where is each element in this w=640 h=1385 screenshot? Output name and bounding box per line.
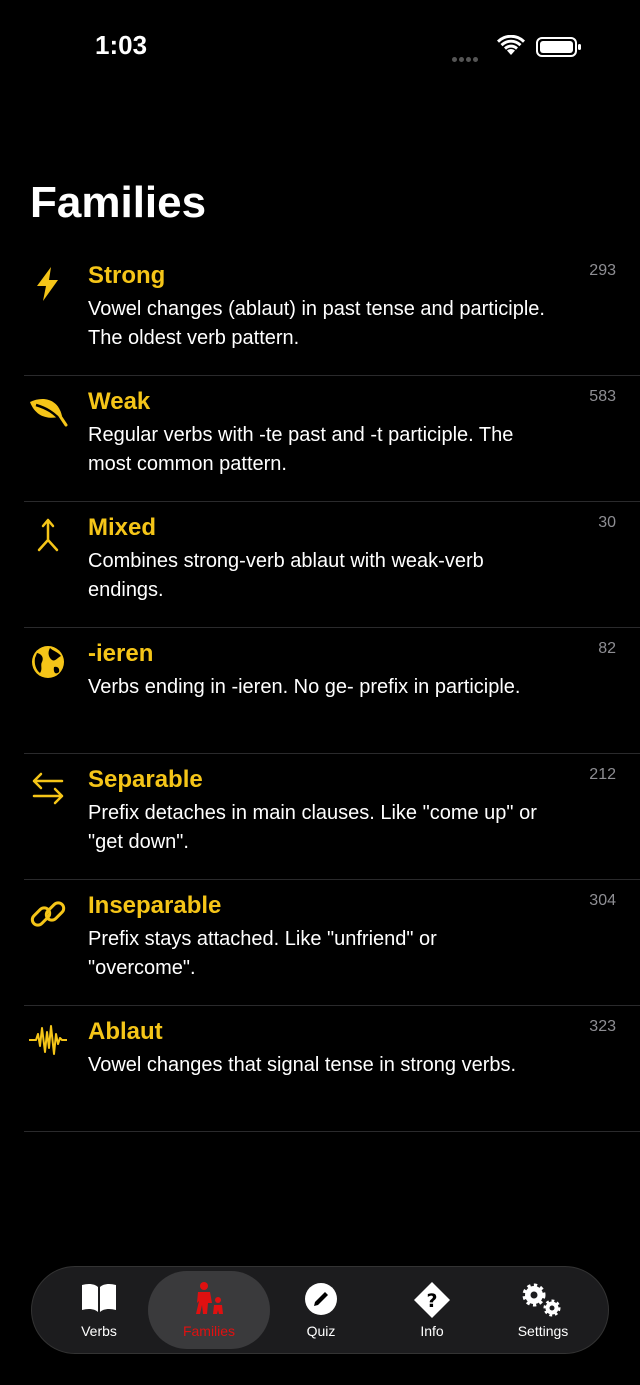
battery-icon (536, 37, 581, 57)
family-row-strong[interactable]: Strong Vowel changes (ablaut) in past te… (24, 250, 640, 376)
family-count: 304 (589, 892, 616, 909)
family-count: 212 (589, 766, 616, 783)
families-list: Strong Vowel changes (ablaut) in past te… (0, 250, 640, 1132)
waveform-icon (29, 1025, 67, 1055)
family-icon (196, 1282, 223, 1314)
family-count: 82 (598, 640, 616, 657)
page-title: Families (30, 178, 207, 227)
tab-families[interactable]: Families (154, 1267, 264, 1353)
family-description: Verbs ending in -ieren. No ge- prefix in… (88, 676, 521, 698)
leaf-icon (30, 398, 68, 427)
bolt-icon (37, 267, 58, 301)
swap-arrows-icon (32, 772, 64, 805)
family-name: Mixed (88, 514, 157, 541)
svg-text:?: ? (426, 1290, 437, 1312)
tab-verbs[interactable]: Verbs (44, 1267, 154, 1353)
family-name: Weak (88, 388, 151, 415)
tab-label: Settings (517, 1323, 569, 1339)
family-description: Combines strong-verb ablaut with weak-ve… (88, 550, 484, 601)
book-icon (82, 1283, 116, 1312)
family-name: -ieren (88, 640, 154, 667)
tab-label: Verbs (81, 1323, 117, 1339)
family-row-weak[interactable]: Weak Regular verbs with -te past and -t … (24, 376, 640, 502)
family-name: Separable (88, 766, 203, 793)
tab-quiz[interactable]: Quiz (266, 1267, 376, 1353)
tab-settings[interactable]: Settings (488, 1267, 598, 1353)
family-name: Ablaut (88, 1018, 163, 1045)
family-name: Inseparable (88, 892, 222, 919)
family-count: 293 (589, 262, 616, 279)
family-description: Prefix detaches in main clauses. Like "c… (88, 802, 537, 853)
tab-label: Families (182, 1323, 236, 1339)
family-row-ablaut[interactable]: Ablaut Vowel changes that signal tense i… (24, 1006, 640, 1132)
family-description: Vowel changes (ablaut) in past tense and… (88, 298, 545, 349)
link-icon (30, 901, 66, 927)
cellular-signal-icon (452, 49, 480, 67)
pencil-circle-icon (305, 1283, 337, 1315)
family-row-ieren[interactable]: -ieren Verbs ending in -ieren. No ge- pr… (24, 628, 640, 754)
family-row-mixed[interactable]: Mixed Combines strong-verb ablaut with w… (24, 502, 640, 628)
merge-arrow-icon (37, 518, 59, 552)
family-name: Strong (88, 262, 166, 289)
family-count: 583 (589, 388, 616, 405)
tab-bar: Verbs Families Quiz ? Info Settings (31, 1266, 609, 1354)
family-row-separable[interactable]: Separable Prefix detaches in main clause… (24, 754, 640, 880)
family-description: Vowel changes that signal tense in stron… (88, 1054, 517, 1076)
wifi-icon (497, 35, 525, 55)
family-row-inseparable[interactable]: Inseparable Prefix stays attached. Like … (24, 880, 640, 1006)
tab-label: Quiz (306, 1323, 336, 1339)
family-description: Regular verbs with -te past and -t parti… (88, 424, 514, 475)
family-count: 323 (589, 1018, 616, 1035)
family-count: 30 (598, 514, 616, 531)
family-description: Prefix stays attached. Like "unfriend" o… (88, 928, 437, 979)
status-time: 1:03 (95, 30, 148, 60)
tab-info[interactable]: ? Info (377, 1267, 487, 1353)
tab-label: Info (420, 1323, 444, 1339)
question-diamond-icon: ? (414, 1282, 450, 1318)
globe-icon (32, 646, 64, 678)
status-bar: 1:03 (0, 0, 640, 95)
gears-icon (522, 1283, 561, 1317)
